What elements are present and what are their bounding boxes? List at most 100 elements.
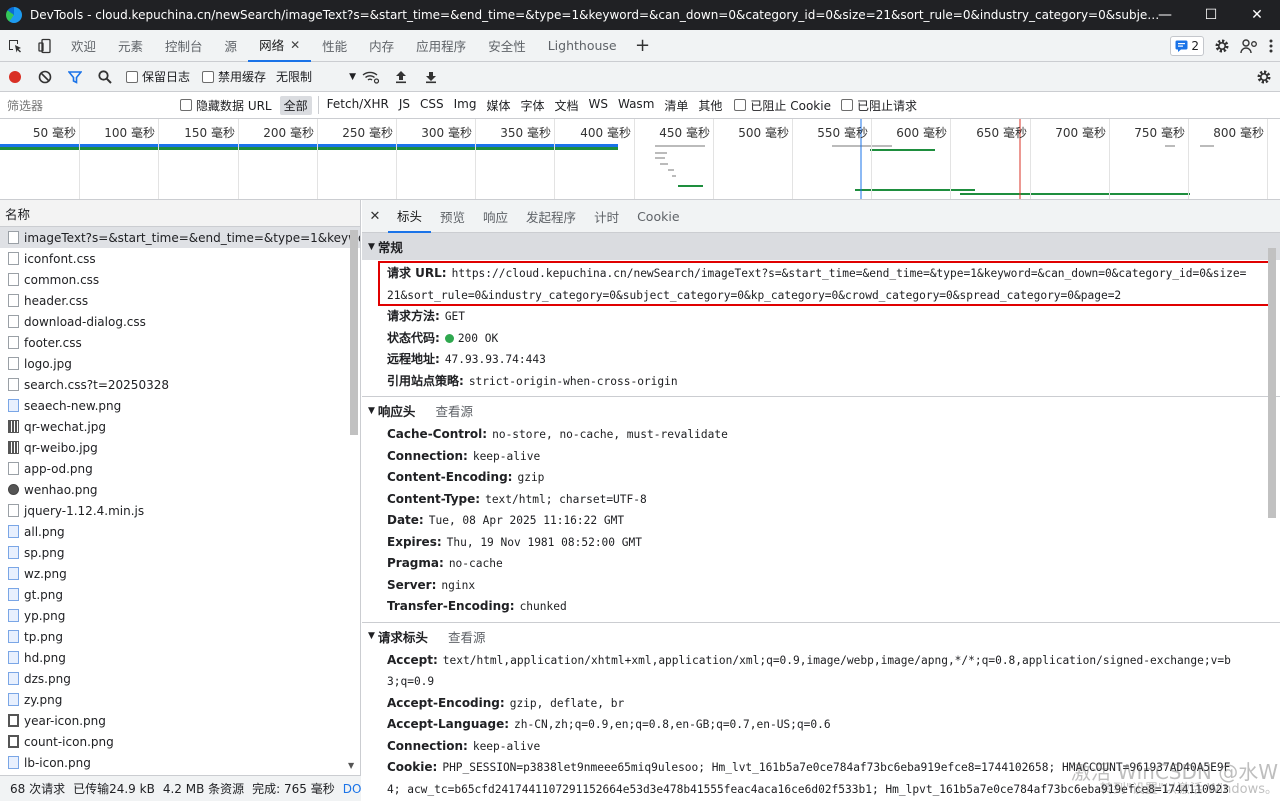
customize-icon[interactable]	[1240, 38, 1258, 54]
blocked-requests-checkbox[interactable]: 已阻止请求	[840, 97, 917, 114]
request-row[interactable]: year-icon.png	[0, 710, 360, 731]
scroll-down-icon[interactable]: ▼	[348, 761, 354, 770]
filter-type-manifest[interactable]: 清单	[660, 96, 692, 115]
filter-type-font[interactable]: 字体	[516, 96, 548, 115]
issues-badge[interactable]: 2	[1170, 36, 1204, 56]
request-row[interactable]: footer.css	[0, 332, 360, 353]
timeline-overview[interactable]: 50 毫秒 100 毫秒 150 毫秒 200 毫秒 250 毫秒 300 毫秒 350 毫…	[0, 119, 1280, 200]
request-row[interactable]: imageText?s=&start_time=&end_time=&type=…	[0, 227, 360, 248]
request-row[interactable]: qr-wechat.jpg	[0, 416, 360, 437]
request-row[interactable]: wz.png	[0, 563, 360, 584]
minimize-button[interactable]: —	[1142, 0, 1188, 30]
tab-timing[interactable]: 计时	[585, 200, 628, 233]
view-source-link[interactable]: 查看源	[448, 627, 486, 646]
tab-network[interactable]: 网络 ✕	[248, 30, 312, 62]
filter-type-css[interactable]: CSS	[416, 96, 448, 115]
request-row[interactable]: gt.png	[0, 584, 360, 605]
inspect-element-icon[interactable]	[0, 30, 30, 62]
tab-preview[interactable]: 预览	[431, 200, 474, 233]
hide-data-urls-box[interactable]	[180, 99, 192, 111]
blocked-cookies-box[interactable]	[734, 99, 747, 111]
request-row[interactable]: zy.png	[0, 689, 360, 710]
scrollbar-thumb[interactable]	[350, 230, 358, 435]
tab-memory[interactable]: 内存	[358, 30, 405, 62]
request-row[interactable]: yp.png	[0, 605, 360, 626]
blocked-requests-box[interactable]	[840, 99, 853, 111]
tab-headers[interactable]: 标头	[388, 200, 432, 233]
tab-security[interactable]: 安全性	[477, 30, 537, 62]
tab-elements[interactable]: 元素	[107, 30, 154, 62]
export-har-button[interactable]	[416, 62, 446, 92]
request-row[interactable]: jquery-1.12.4.min.js	[0, 500, 360, 521]
network-conditions-button[interactable]	[356, 62, 386, 92]
request-row[interactable]: tp.png	[0, 626, 360, 647]
record-button[interactable]	[0, 62, 30, 92]
close-tab-icon[interactable]: ✕	[290, 38, 300, 52]
network-settings-gear-icon[interactable]	[1256, 69, 1272, 88]
filter-type-wasm[interactable]: Wasm	[614, 96, 658, 115]
close-window-button[interactable]: ✕	[1234, 0, 1280, 30]
request-row[interactable]: qr-weibo.jpg	[0, 437, 360, 458]
request-row[interactable]: sp.png	[0, 542, 360, 563]
import-har-button[interactable]	[386, 62, 416, 92]
tab-response[interactable]: 响应	[474, 200, 517, 233]
disable-cache-box[interactable]	[202, 70, 215, 83]
general-section-header[interactable]: ▼ 常规	[362, 233, 1280, 260]
clear-button[interactable]	[30, 62, 60, 92]
tab-sources[interactable]: 源	[214, 30, 249, 62]
tab-lighthouse[interactable]: Lighthouse	[537, 30, 628, 62]
filter-type-media[interactable]: 媒体	[482, 96, 514, 115]
details-scrollbar[interactable]	[1266, 236, 1276, 801]
throttling-select[interactable]: 无限制 ▼	[276, 68, 356, 85]
tab-initiator[interactable]: 发起程序	[517, 200, 585, 233]
request-list-scrollbar[interactable]: ▼	[348, 230, 358, 770]
request-row[interactable]: wenhao.png	[0, 479, 360, 500]
response-headers-section-header[interactable]: ▼ 响应头 查看源	[362, 397, 1280, 424]
request-row[interactable]: lb-icon.png	[0, 752, 360, 773]
more-options-icon[interactable]	[1268, 38, 1274, 54]
blocked-cookies-checkbox[interactable]: 已阻止 Cookie	[734, 97, 831, 114]
name-column-header[interactable]: 名称	[0, 200, 360, 227]
filter-type-doc[interactable]: 文档	[550, 96, 582, 115]
filter-input[interactable]: 筛选器	[2, 94, 174, 116]
preserve-log-box[interactable]	[126, 70, 138, 83]
request-row[interactable]: iconfont.css	[0, 248, 360, 269]
hide-data-urls-checkbox[interactable]: 隐藏数据 URL	[180, 97, 272, 114]
add-tab-icon[interactable]: +	[628, 35, 658, 56]
close-details-button[interactable]: ✕	[362, 209, 388, 224]
maximize-button[interactable]: ☐	[1188, 0, 1234, 30]
search-button[interactable]	[90, 62, 120, 92]
request-row[interactable]: common.css	[0, 269, 360, 290]
request-row[interactable]: app-od.png	[0, 458, 360, 479]
request-row[interactable]: hd.png	[0, 647, 360, 668]
tab-performance[interactable]: 性能	[311, 30, 358, 62]
request-row[interactable]: seaech-new.png	[0, 395, 360, 416]
filter-type-img[interactable]: Img	[450, 96, 481, 115]
tab-cookies[interactable]: Cookie	[628, 200, 688, 233]
filter-type-ws[interactable]: WS	[585, 96, 612, 115]
request-headers-section-header[interactable]: ▼ 请求标头 查看源	[362, 623, 1280, 650]
filter-type-js[interactable]: JS	[395, 96, 414, 115]
scrollbar-thumb[interactable]	[1268, 248, 1276, 518]
request-row[interactable]: logo.jpg	[0, 353, 360, 374]
disable-cache-checkbox[interactable]: 禁用缓存	[202, 68, 266, 85]
tab-application[interactable]: 应用程序	[405, 30, 477, 62]
device-toolbar-icon[interactable]	[30, 30, 60, 62]
settings-gear-icon[interactable]	[1214, 38, 1230, 54]
tab-console[interactable]: 控制台	[154, 30, 214, 62]
request-name: hd.png	[24, 650, 66, 665]
filter-type-all[interactable]: 全部	[279, 95, 312, 115]
request-row[interactable]: dzs.png	[0, 668, 360, 689]
dom-content-loaded-link[interactable]: DOMC	[343, 782, 361, 796]
request-row[interactable]: header.css	[0, 290, 360, 311]
request-row[interactable]: search.css?t=20250328	[0, 374, 360, 395]
filter-type-fetch-xhr[interactable]: Fetch/XHR	[323, 96, 393, 115]
filter-button[interactable]	[60, 62, 90, 92]
request-row[interactable]: count-icon.png	[0, 731, 360, 752]
view-source-link[interactable]: 查看源	[435, 401, 473, 420]
preserve-log-checkbox[interactable]: 保留日志	[126, 68, 190, 85]
request-row[interactable]: download-dialog.css	[0, 311, 360, 332]
tab-welcome[interactable]: 欢迎	[60, 30, 107, 62]
request-row[interactable]: all.png	[0, 521, 360, 542]
filter-type-other[interactable]: 其他	[694, 96, 726, 115]
